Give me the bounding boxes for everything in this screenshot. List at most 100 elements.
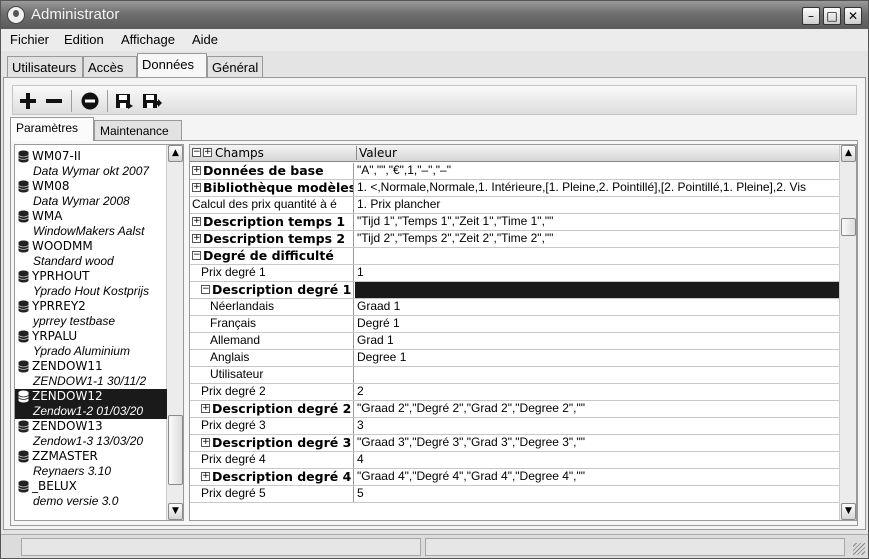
expand-all-icon[interactable]: + (203, 148, 212, 157)
grid-cell-champ[interactable]: Français (190, 316, 354, 332)
menu-edition[interactable]: Edition (64, 32, 104, 47)
grid-cell-champ[interactable]: − Degré de difficulté (190, 248, 354, 264)
stop-icon[interactable] (79, 90, 101, 112)
database-list[interactable]: ▲ ▼ WM07-II Data Wymar okt 2007 WM08 Data W… (14, 144, 184, 521)
title-bar[interactable]: Administrator – □ ✕ (1, 1, 868, 29)
grid-cell-champ[interactable]: Néerlandais (190, 299, 354, 315)
grid-row[interactable]: − Degré de difficulté (190, 248, 841, 265)
grid-cell-valeur[interactable]: 4 (355, 452, 841, 468)
grid-cell-valeur[interactable]: "Graad 3","Degré 3","Grad 3","Degree 3",… (355, 435, 841, 451)
expand-icon[interactable]: + (201, 404, 210, 413)
grid-row[interactable]: Prix degré 5 5 (190, 486, 841, 503)
database-description[interactable]: Standard wood (15, 254, 167, 269)
resize-grip[interactable] (853, 543, 865, 555)
grid-cell-champ[interactable]: + Description degré 3 (190, 435, 354, 451)
grid-row[interactable]: Allemand Grad 1 (190, 333, 841, 350)
grid-row[interactable]: + Données de base "A","","€",1,"–","–" (190, 163, 841, 180)
grid-cell-champ[interactable]: Allemand (190, 333, 354, 349)
database-item[interactable]: ZENDOW13 (15, 419, 167, 434)
grid-row[interactable]: + Description temps 1 "Tijd 1","Temps 1","… (190, 214, 841, 231)
save-as-icon[interactable] (140, 90, 162, 112)
grid-cell-valeur[interactable] (355, 282, 841, 298)
subtab-parametres[interactable]: Paramètres (10, 117, 94, 141)
grid-cell-valeur[interactable]: "Graad 4","Degré 4","Grad 4","Degree 4",… (355, 469, 841, 485)
menu-affichage[interactable]: Affichage (121, 32, 175, 47)
database-description[interactable]: demo versie 3.0 (15, 494, 167, 509)
grid-scrollbar[interactable]: ▲ ▼ (839, 145, 856, 520)
database-item[interactable]: YPRREY2 (15, 299, 167, 314)
menu-aide[interactable]: Aide (192, 32, 218, 47)
grid-cell-valeur[interactable] (355, 248, 841, 264)
grid-cell-valeur[interactable]: "A","","€",1,"–","–" (355, 163, 841, 179)
grid-cell-valeur[interactable]: 1 (355, 265, 841, 281)
grid-row[interactable]: Utilisateur (190, 367, 841, 384)
scroll-thumb[interactable] (841, 218, 856, 236)
scroll-thumb[interactable] (168, 415, 183, 485)
grid-cell-champ[interactable]: − Description degré 1 (190, 282, 354, 298)
grid-cell-valeur[interactable]: "Tijd 1","Temps 1","Zeit 1","Time 1","" (355, 214, 841, 230)
grid-cell-valeur[interactable]: 3 (355, 418, 841, 434)
grid-row[interactable]: + Bibliothèque modèles 1. <,Normale,Normal… (190, 180, 841, 197)
menu-fichier[interactable]: Fichier (10, 32, 49, 47)
database-item[interactable]: WM07-II (15, 149, 167, 164)
database-item[interactable]: ZENDOW12 (15, 389, 167, 404)
expand-icon[interactable]: + (201, 438, 210, 447)
tab-donnees[interactable]: Données (137, 53, 207, 77)
grid-cell-champ[interactable]: + Description degré 2 (190, 401, 354, 417)
expand-icon[interactable]: + (192, 234, 201, 243)
grid-cell-valeur[interactable]: "Graad 2","Degré 2","Grad 2","Degree 2",… (355, 401, 841, 417)
collapse-all-icon[interactable]: − (192, 148, 201, 157)
grid-row[interactable]: Néerlandais Graad 1 (190, 299, 841, 316)
database-item[interactable]: ZENDOW11 (15, 359, 167, 374)
grid-row[interactable]: Prix degré 1 1 (190, 265, 841, 282)
expand-icon[interactable]: + (192, 183, 201, 192)
database-description[interactable]: Yprado Aluminium (15, 344, 167, 359)
grid-cell-valeur[interactable]: 2 (355, 384, 841, 400)
database-item[interactable]: WM08 (15, 179, 167, 194)
tab-general[interactable]: Général (207, 56, 263, 77)
close-button[interactable]: ✕ (844, 7, 862, 25)
database-item[interactable]: ZZMASTER (15, 449, 167, 464)
grid-row[interactable]: + Description degré 3 "Graad 3","Degré 3",… (190, 435, 841, 452)
expand-icon[interactable]: + (192, 166, 201, 175)
grid-cell-champ[interactable]: + Description temps 1 (190, 214, 354, 230)
database-item[interactable]: YRPALU (15, 329, 167, 344)
maximize-button[interactable]: □ (823, 7, 841, 25)
database-item[interactable]: YPRHOUT (15, 269, 167, 284)
grid-row[interactable]: Français Degré 1 (190, 316, 841, 333)
grid-cell-valeur[interactable]: Degré 1 (355, 316, 841, 332)
tab-utilisateurs[interactable]: Utilisateurs (7, 56, 83, 77)
grid-cell-champ[interactable]: + Bibliothèque modèles (190, 180, 354, 196)
tab-acces[interactable]: Accès (83, 56, 137, 77)
grid-cell-valeur[interactable]: "Tijd 2","Temps 2","Zeit 2","Time 2","" (355, 231, 841, 247)
column-header-champs[interactable]: Champs (215, 146, 264, 160)
grid-cell-champ[interactable]: + Description degré 4 (190, 469, 354, 485)
database-description[interactable]: Reynaers 3.10 (15, 464, 167, 479)
database-description[interactable]: WindowMakers Aalst (15, 224, 167, 239)
properties-grid[interactable]: − + Champs Valeur + Données de base "A",""… (189, 144, 857, 521)
grid-cell-valeur[interactable]: Degree 1 (355, 350, 841, 366)
grid-cell-champ[interactable]: Prix degré 5 (190, 486, 354, 502)
grid-cell-valeur[interactable]: Grad 1 (355, 333, 841, 349)
database-description[interactable]: Zendow1-3 13/03/20 (15, 434, 167, 449)
collapse-icon[interactable]: − (201, 285, 210, 294)
expand-icon[interactable]: + (201, 472, 210, 481)
grid-cell-champ[interactable]: Prix degré 4 (190, 452, 354, 468)
grid-cell-valeur[interactable]: Graad 1 (355, 299, 841, 315)
save-icon[interactable] (113, 90, 135, 112)
grid-row[interactable]: + Description degré 2 "Graad 2","Degré 2",… (190, 401, 841, 418)
database-description[interactable]: yprrey testbase (15, 314, 167, 329)
grid-row[interactable]: Prix degré 2 2 (190, 384, 841, 401)
grid-cell-champ[interactable]: Prix degré 1 (190, 265, 354, 281)
plus-icon[interactable] (17, 90, 39, 112)
grid-row[interactable]: + Description temps 2 "Tijd 2","Temps 2","… (190, 231, 841, 248)
grid-row[interactable]: + Description degré 4 "Graad 4","Degré 4",… (190, 469, 841, 486)
grid-cell-champ[interactable]: Utilisateur (190, 367, 354, 383)
grid-cell-valeur[interactable] (355, 367, 841, 383)
collapse-icon[interactable]: − (192, 251, 201, 260)
grid-cell-champ[interactable]: + Données de base (190, 163, 354, 179)
grid-cell-valeur[interactable]: 5 (355, 486, 841, 502)
minus-icon[interactable] (43, 90, 65, 112)
grid-cell-champ[interactable]: Prix degré 2 (190, 384, 354, 400)
grid-cell-valeur[interactable]: 1. Prix plancher (355, 197, 841, 213)
